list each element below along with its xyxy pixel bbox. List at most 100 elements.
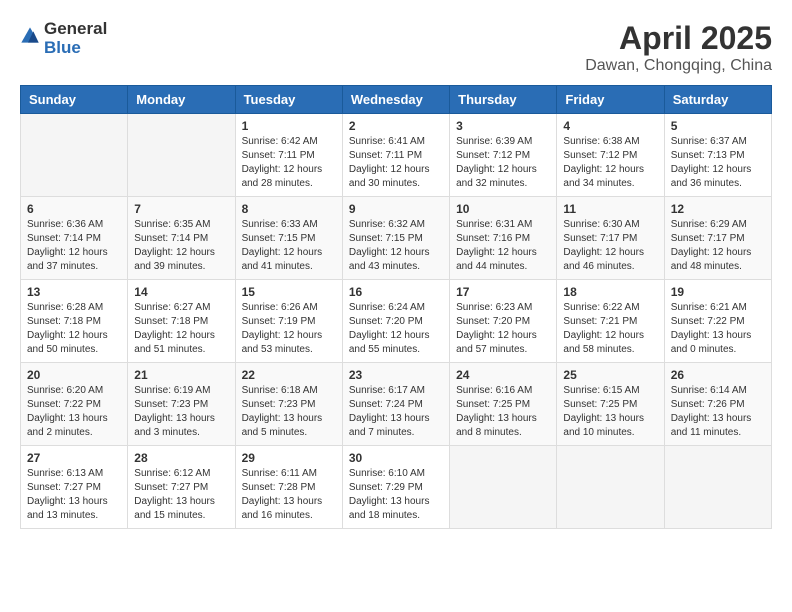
day-cell: 19Sunrise: 6:21 AMSunset: 7:22 PMDayligh…: [664, 280, 771, 363]
day-info: Sunrise: 6:17 AMSunset: 7:24 PMDaylight:…: [349, 384, 443, 440]
day-info: Sunrise: 6:37 AMSunset: 7:13 PMDaylight:…: [671, 135, 765, 191]
day-cell: 21 Sunrise: 6:19 AMSunset: 7:23 PMDayligh…: [128, 363, 235, 446]
day-number: 22: [242, 368, 336, 382]
day-number: 19: [671, 285, 765, 299]
day-number: 11: [563, 202, 657, 216]
day-cell: 15 Sunrise: 6:26 AMSunset: 7:19 PMDayligh…: [235, 280, 342, 363]
day-number: 6: [27, 202, 121, 216]
day-number: 9: [349, 202, 443, 216]
logo-icon: [20, 26, 40, 46]
day-info: Sunrise: 6:27 AMSunset: 7:18 PMDaylight:…: [134, 301, 228, 357]
day-number: 20: [27, 368, 121, 382]
day-info: Sunrise: 6:39 AMSunset: 7:12 PMDaylight:…: [456, 135, 550, 191]
week-row-1: 1 Sunrise: 6:42 AMSunset: 7:11 PMDaylight…: [21, 114, 772, 197]
day-info: Sunrise: 6:24 AMSunset: 7:20 PMDaylight:…: [349, 301, 443, 357]
day-info: Sunrise: 6:14 AMSunset: 7:26 PMDaylight:…: [671, 384, 765, 440]
day-number: 29: [242, 451, 336, 465]
day-info: Sunrise: 6:19 AMSunset: 7:23 PMDaylight:…: [134, 384, 228, 440]
weekday-header-wednesday: Wednesday: [342, 86, 449, 114]
month-year-title: April 2025: [585, 20, 772, 57]
day-info: Sunrise: 6:20 AMSunset: 7:22 PMDaylight:…: [27, 384, 121, 440]
day-cell: 6 Sunrise: 6:36 AMSunset: 7:14 PMDaylight…: [21, 197, 128, 280]
day-info: Sunrise: 6:35 AMSunset: 7:14 PMDaylight:…: [134, 218, 228, 274]
day-number: 25: [563, 368, 657, 382]
title-section: April 2025 Dawan, Chongqing, China: [585, 20, 772, 75]
day-cell: 11 Sunrise: 6:30 AMSunset: 7:17 PMDayligh…: [557, 197, 664, 280]
day-cell: 26Sunrise: 6:14 AMSunset: 7:26 PMDayligh…: [664, 363, 771, 446]
day-cell: 9 Sunrise: 6:32 AMSunset: 7:15 PMDaylight…: [342, 197, 449, 280]
day-number: 10: [456, 202, 550, 216]
logo: General Blue: [20, 20, 107, 57]
day-info: Sunrise: 6:12 AMSunset: 7:27 PMDaylight:…: [134, 467, 228, 523]
day-number: 2: [349, 119, 443, 133]
day-number: 4: [563, 119, 657, 133]
day-info: Sunrise: 6:30 AMSunset: 7:17 PMDaylight:…: [563, 218, 657, 274]
day-cell: 29 Sunrise: 6:11 AMSunset: 7:28 PMDayligh…: [235, 446, 342, 529]
day-number: 17: [456, 285, 550, 299]
day-cell: 14 Sunrise: 6:27 AMSunset: 7:18 PMDayligh…: [128, 280, 235, 363]
day-info: Sunrise: 6:41 AMSunset: 7:11 PMDaylight:…: [349, 135, 443, 191]
day-number: 28: [134, 451, 228, 465]
calendar-table: SundayMondayTuesdayWednesdayThursdayFrid…: [20, 85, 772, 529]
day-cell: 2 Sunrise: 6:41 AMSunset: 7:11 PMDaylight…: [342, 114, 449, 197]
day-info: Sunrise: 6:26 AMSunset: 7:19 PMDaylight:…: [242, 301, 336, 357]
day-info: Sunrise: 6:11 AMSunset: 7:28 PMDaylight:…: [242, 467, 336, 523]
logo-blue-text: Blue: [44, 39, 107, 58]
day-cell: 17Sunrise: 6:23 AMSunset: 7:20 PMDayligh…: [450, 280, 557, 363]
week-row-5: 27 Sunrise: 6:13 AMSunset: 7:27 PMDayligh…: [21, 446, 772, 529]
day-info: Sunrise: 6:15 AMSunset: 7:25 PMDaylight:…: [563, 384, 657, 440]
day-number: 27: [27, 451, 121, 465]
weekday-header-monday: Monday: [128, 86, 235, 114]
day-number: 8: [242, 202, 336, 216]
day-cell: 16 Sunrise: 6:24 AMSunset: 7:20 PMDayligh…: [342, 280, 449, 363]
weekday-header-thursday: Thursday: [450, 86, 557, 114]
day-cell: [128, 114, 235, 197]
day-cell: [450, 446, 557, 529]
day-info: Sunrise: 6:42 AMSunset: 7:11 PMDaylight:…: [242, 135, 336, 191]
week-row-3: 13Sunrise: 6:28 AMSunset: 7:18 PMDayligh…: [21, 280, 772, 363]
day-cell: 30Sunrise: 6:10 AMSunset: 7:29 PMDayligh…: [342, 446, 449, 529]
day-cell: [557, 446, 664, 529]
day-number: 24: [456, 368, 550, 382]
weekday-header-tuesday: Tuesday: [235, 86, 342, 114]
day-number: 15: [242, 285, 336, 299]
day-info: Sunrise: 6:13 AMSunset: 7:27 PMDaylight:…: [27, 467, 121, 523]
day-info: Sunrise: 6:33 AMSunset: 7:15 PMDaylight:…: [242, 218, 336, 274]
day-cell: 20 Sunrise: 6:20 AMSunset: 7:22 PMDayligh…: [21, 363, 128, 446]
day-number: 12: [671, 202, 765, 216]
weekday-header-sunday: Sunday: [21, 86, 128, 114]
weekday-header-friday: Friday: [557, 86, 664, 114]
weekday-header-row: SundayMondayTuesdayWednesdayThursdayFrid…: [21, 86, 772, 114]
day-cell: 24 Sunrise: 6:16 AMSunset: 7:25 PMDayligh…: [450, 363, 557, 446]
week-row-2: 6 Sunrise: 6:36 AMSunset: 7:14 PMDaylight…: [21, 197, 772, 280]
day-info: Sunrise: 6:28 AMSunset: 7:18 PMDaylight:…: [27, 301, 121, 357]
day-number: 1: [242, 119, 336, 133]
day-info: Sunrise: 6:32 AMSunset: 7:15 PMDaylight:…: [349, 218, 443, 274]
week-row-4: 20 Sunrise: 6:20 AMSunset: 7:22 PMDayligh…: [21, 363, 772, 446]
day-cell: 13Sunrise: 6:28 AMSunset: 7:18 PMDayligh…: [21, 280, 128, 363]
page-header: General Blue April 2025 Dawan, Chongqing…: [20, 20, 772, 75]
logo-general-text: General: [44, 20, 107, 39]
day-cell: 27 Sunrise: 6:13 AMSunset: 7:27 PMDayligh…: [21, 446, 128, 529]
day-cell: 12 Sunrise: 6:29 AMSunset: 7:17 PMDayligh…: [664, 197, 771, 280]
day-cell: 7Sunrise: 6:35 AMSunset: 7:14 PMDaylight…: [128, 197, 235, 280]
day-cell: [21, 114, 128, 197]
day-number: 5: [671, 119, 765, 133]
day-info: Sunrise: 6:36 AMSunset: 7:14 PMDaylight:…: [27, 218, 121, 274]
day-cell: 25 Sunrise: 6:15 AMSunset: 7:25 PMDayligh…: [557, 363, 664, 446]
day-info: Sunrise: 6:16 AMSunset: 7:25 PMDaylight:…: [456, 384, 550, 440]
weekday-header-saturday: Saturday: [664, 86, 771, 114]
day-number: 14: [134, 285, 228, 299]
day-number: 3: [456, 119, 550, 133]
day-number: 30: [349, 451, 443, 465]
day-info: Sunrise: 6:22 AMSunset: 7:21 PMDaylight:…: [563, 301, 657, 357]
day-cell: 4Sunrise: 6:38 AMSunset: 7:12 PMDaylight…: [557, 114, 664, 197]
day-cell: 1 Sunrise: 6:42 AMSunset: 7:11 PMDaylight…: [235, 114, 342, 197]
day-cell: 10Sunrise: 6:31 AMSunset: 7:16 PMDayligh…: [450, 197, 557, 280]
day-number: 16: [349, 285, 443, 299]
day-info: Sunrise: 6:29 AMSunset: 7:17 PMDaylight:…: [671, 218, 765, 274]
day-number: 21: [134, 368, 228, 382]
day-cell: 18Sunrise: 6:22 AMSunset: 7:21 PMDayligh…: [557, 280, 664, 363]
day-cell: 23Sunrise: 6:17 AMSunset: 7:24 PMDayligh…: [342, 363, 449, 446]
location-subtitle: Dawan, Chongqing, China: [585, 57, 772, 75]
